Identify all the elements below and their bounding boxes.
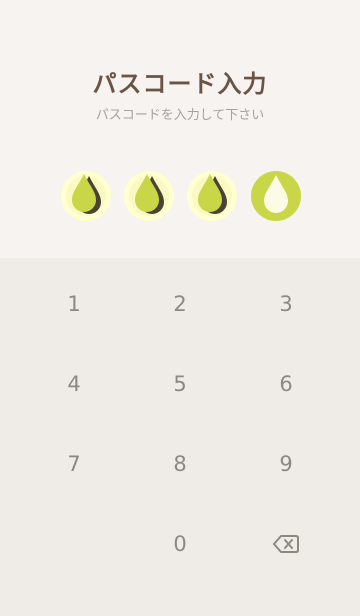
- keypad-key-8[interactable]: 8: [140, 436, 220, 492]
- keypad-key-1[interactable]: 1: [34, 276, 114, 332]
- passcode-slot-2-filled: [121, 168, 177, 224]
- page-title: パスコード入力: [92, 70, 268, 98]
- keypad-key-2[interactable]: 2: [140, 276, 220, 332]
- water-drop-filled-icon: [187, 171, 237, 221]
- passcode-indicator: [0, 168, 360, 224]
- passcode-header-panel: パスコード入力 パスコードを入力して下さい: [0, 0, 360, 258]
- keypad-key-0[interactable]: 0: [140, 516, 220, 572]
- keypad-key-6[interactable]: 6: [246, 356, 326, 412]
- keypad-key-5[interactable]: 5: [140, 356, 220, 412]
- keypad-key-3[interactable]: 3: [246, 276, 326, 332]
- page-subtitle: パスコードを入力して下さい: [95, 108, 265, 123]
- keypad-key-4[interactable]: 4: [34, 356, 114, 412]
- passcode-slot-1-filled: [58, 168, 114, 224]
- numeric-keypad: 1 2 3 4 5 6 7 8 9 0: [0, 258, 360, 616]
- water-drop-filled-icon: [124, 171, 174, 221]
- delete-button[interactable]: [246, 516, 326, 572]
- keypad-key-7[interactable]: 7: [34, 436, 114, 492]
- passcode-slot-4-empty: [248, 168, 304, 224]
- water-drop-empty-icon: [251, 171, 301, 221]
- passcode-slot-3-filled: [184, 168, 240, 224]
- backspace-icon: [273, 535, 299, 553]
- water-drop-filled-icon: [61, 171, 111, 221]
- keypad-key-9[interactable]: 9: [246, 436, 326, 492]
